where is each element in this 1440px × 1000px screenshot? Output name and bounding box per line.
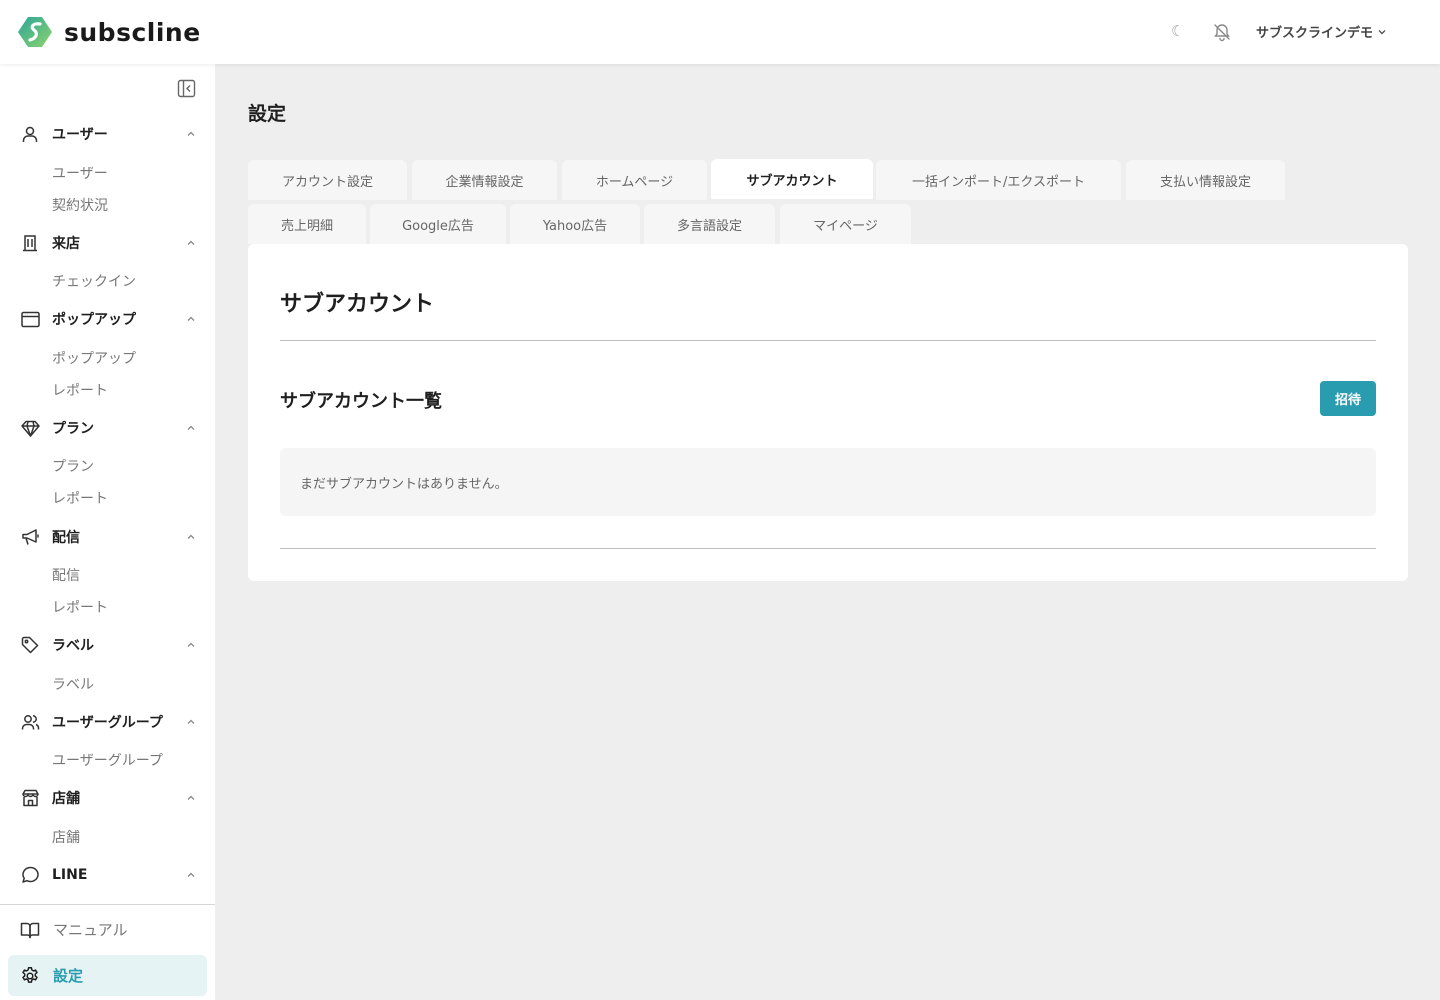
sidebar-section-line[interactable]: LINE [20, 864, 196, 886]
tab-homepage[interactable]: ホームページ [562, 160, 707, 200]
sidebar-section-label: プラン [52, 421, 94, 437]
sidebar-item-delivery-report[interactable]: レポート [52, 597, 108, 617]
subscline-logo-icon [18, 17, 52, 47]
chevron-up-icon [187, 795, 195, 800]
user-icon [20, 124, 40, 144]
tab-my-page[interactable]: マイページ [780, 204, 911, 244]
gear-icon [22, 966, 38, 983]
sidebar-item-user-groups[interactable]: ユーザーグループ [52, 750, 163, 770]
sidebar-section-plan[interactable]: プラン [20, 417, 196, 439]
chevron-up-icon [187, 872, 195, 877]
card-title: サブアカウント [280, 292, 435, 317]
brand-logo[interactable]: subscline [16, 15, 201, 49]
sidebar-section-label[interactable]: ラベル [20, 634, 196, 656]
tab-account-settings[interactable]: アカウント設定 [248, 160, 407, 200]
sidebar-section-delivery[interactable]: 配信 [20, 526, 196, 548]
sub-account-card: サブアカウント サブアカウント一覧 招待 まだサブアカウントはありません。 [248, 244, 1408, 581]
chevron-down-icon [1378, 29, 1386, 34]
chevron-up-icon [187, 719, 195, 724]
sidebar: ユーザー ユーザー 契約状況 来店 チェックイン ポップアップ ポップアップ レ… [0, 64, 215, 1000]
chevron-up-icon [187, 131, 195, 136]
sidebar-section-store[interactable]: 店舗 [20, 787, 196, 809]
moon-icon[interactable]: ☾ [1171, 22, 1184, 40]
chevron-up-icon [187, 534, 195, 539]
account-name: サブスクラインデモ [1256, 26, 1374, 41]
sidebar-section-popup[interactable]: ポップアップ [20, 308, 196, 330]
sidebar-section-label: ポップアップ [52, 312, 136, 328]
top-header: subscline ☾ サブスクラインデモ [0, 0, 1440, 64]
card-divider [280, 548, 1376, 549]
sidebar-divider [0, 904, 215, 905]
sidebar-item-plan-report[interactable]: レポート [52, 488, 108, 508]
sidebar-section-label: 店舗 [52, 791, 80, 807]
users-icon [20, 712, 40, 732]
sidebar-section-label: 来店 [52, 236, 80, 252]
card-divider [280, 340, 1376, 341]
tab-payment-settings[interactable]: 支払い情報設定 [1126, 160, 1285, 200]
account-menu[interactable]: サブスクラインデモ [1256, 22, 1387, 41]
manual-label: マニュアル [53, 921, 128, 939]
sidebar-item-popup[interactable]: ポップアップ [52, 348, 136, 368]
tab-company-info[interactable]: 企業情報設定 [412, 160, 557, 200]
tab-bulk-import-export[interactable]: 一括インポート/エクスポート [876, 160, 1121, 200]
settings-label: 設定 [53, 967, 84, 985]
tab-yahoo-ads[interactable]: Yahoo広告 [510, 204, 640, 244]
sub-account-list-title: サブアカウント一覧 [280, 391, 442, 412]
sidebar-section-visit[interactable]: 来店 [20, 232, 196, 254]
sidebar-item-manual[interactable]: マニュアル [20, 919, 128, 940]
sidebar-item-contracts[interactable]: 契約状況 [52, 195, 108, 215]
sidebar-item-settings[interactable]: 設定 [8, 955, 207, 996]
chevron-up-icon [187, 316, 195, 321]
tab-multilingual[interactable]: 多言語設定 [644, 204, 775, 244]
sidebar-collapse-icon[interactable] [177, 79, 196, 98]
tab-sub-account[interactable]: サブアカウント [711, 159, 873, 199]
sidebar-section-label: ラベル [52, 638, 94, 654]
sidebar-item-plan[interactable]: プラン [52, 456, 94, 476]
chevron-up-icon [187, 425, 195, 430]
megaphone-icon [20, 527, 40, 547]
empty-message: まだサブアカウントはありません。 [300, 477, 508, 492]
sidebar-item-checkin[interactable]: チェックイン [52, 271, 136, 291]
chevron-up-icon [187, 240, 195, 245]
sidebar-section-label: 配信 [52, 530, 80, 546]
sidebar-item-stores[interactable]: 店舗 [52, 827, 80, 847]
sidebar-section-label: LINE [52, 867, 88, 883]
window-icon [20, 309, 40, 329]
building-icon [20, 233, 40, 253]
tab-sales-details[interactable]: 売上明細 [248, 204, 366, 244]
gem-icon [20, 418, 40, 438]
tag-icon [20, 635, 40, 655]
invite-button[interactable]: 招待 [1320, 381, 1376, 416]
sidebar-item-users[interactable]: ユーザー [52, 163, 108, 183]
brand-name: subscline [64, 17, 201, 47]
tab-google-ads[interactable]: Google広告 [370, 204, 506, 244]
empty-state: まだサブアカウントはありません。 [280, 448, 1376, 516]
sidebar-item-popup-report[interactable]: レポート [52, 380, 108, 400]
store-icon [20, 788, 40, 808]
sidebar-item-labels[interactable]: ラベル [52, 674, 94, 694]
sidebar-section-label: ユーザーグループ [52, 715, 163, 731]
chat-icon [20, 865, 40, 885]
bell-off-icon[interactable] [1212, 22, 1232, 42]
sidebar-section-user[interactable]: ユーザー [20, 123, 196, 145]
page-title: 設定 [248, 103, 287, 125]
sidebar-item-delivery[interactable]: 配信 [52, 565, 80, 585]
chevron-up-icon [187, 642, 195, 647]
sidebar-section-user-group[interactable]: ユーザーグループ [20, 711, 196, 733]
sidebar-section-label: ユーザー [52, 127, 108, 143]
book-icon [20, 922, 40, 938]
